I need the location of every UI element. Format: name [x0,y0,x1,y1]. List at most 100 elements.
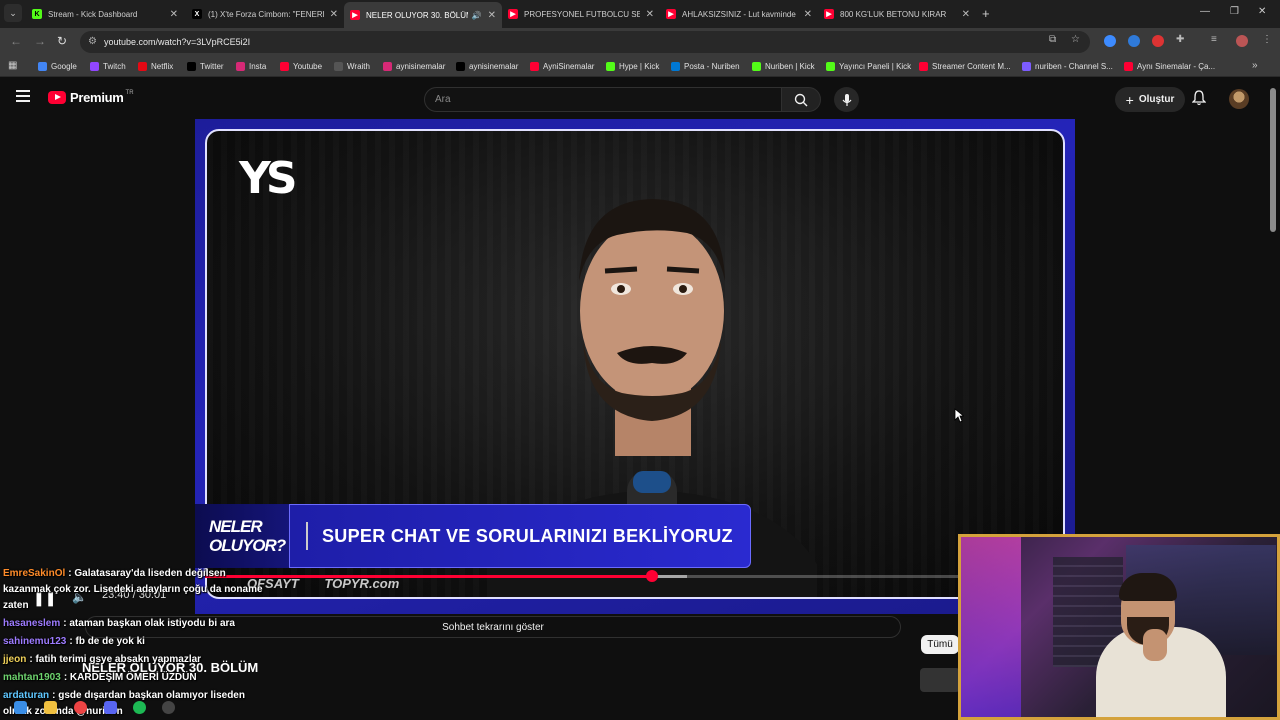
chat-text: KARDEŞİM ÖMERİ ÜZDÜN [69,672,197,683]
bookmark-item[interactable]: Twitter [187,60,224,73]
extension-shield-icon[interactable] [1104,35,1116,47]
menu-hamburger-icon[interactable] [16,90,30,102]
bookmark-item[interactable]: AyniSinemalar [530,60,594,73]
close-icon[interactable]: ✕ [488,10,496,21]
chat-message: mahtan1903: KARDEŞİM ÖMERİ ÜZDÜN [3,670,265,686]
bookmark-label: Hype | Kick [619,62,660,71]
bookmark-item[interactable]: Yayıncı Paneli | Kick [826,60,911,73]
bookmark-label: Posta - Nuriben [684,62,740,71]
chat-username[interactable]: EmreSakinOl [3,568,65,579]
bookmark-item[interactable]: Youtube [280,60,322,73]
close-window-button[interactable]: ✕ [1258,6,1266,17]
tab-label: NELER OLUYOR 30. BÖLÜM [366,10,468,20]
search-button[interactable] [781,87,821,112]
obs-icon[interactable] [162,701,175,714]
extension-icon[interactable] [1128,35,1140,47]
browser-tab[interactable]: X (1) X'te Forza Cimbom: "FENERB ✕ [186,4,344,24]
menu-kebab-icon[interactable]: ⋮ [1262,34,1272,45]
bookmark-item[interactable]: aynisinemalar [383,60,445,73]
notifications-bell-icon[interactable] [1191,90,1207,111]
close-icon[interactable]: ✕ [170,9,178,20]
chat-message: EmreSakinOl: Galatasaray'da liseden deği… [3,566,265,614]
account-avatar[interactable] [1229,89,1249,109]
close-icon[interactable]: ✕ [804,9,812,20]
led-light [961,537,1021,717]
browser-tab[interactable]: ▶ AHLAKSIZSINIZ - Lut kavminde ✕ [660,4,818,24]
extension-icon[interactable] [1152,35,1164,47]
bookmark-label: AyniSinemalar [543,62,595,71]
lower-third-text: SUPER CHAT VE SORULARINIZI BEKLİYORUZ [322,525,733,546]
close-icon[interactable]: ✕ [962,9,970,20]
bookmark-item[interactable]: Nuriben | Kick [752,60,815,73]
create-button[interactable]: + Oluştur [1115,87,1185,112]
chat-message: jjeon: fatih terimi gsye absakn yapmazla… [3,652,265,668]
show-logo-line1: NELER [209,517,263,536]
tab-search-button[interactable]: ⌄ [4,4,22,22]
browser-tab[interactable]: ▶ PROFESYONEL FUTBOLCU SEN ✕ [502,4,660,24]
forward-button[interactable]: → [34,34,46,48]
chrome-icon[interactable] [74,701,87,714]
bookmark-star-icon[interactable]: ☆ [1071,34,1080,45]
minimize-button[interactable]: — [1200,6,1210,17]
bookmark-item[interactable]: Twitch [90,60,126,73]
browser-tab[interactable]: K Stream - Kick Dashboard ✕ [26,4,184,24]
page-scrollbar[interactable] [1270,88,1276,232]
brand-label: Premium [70,90,124,105]
windows-start-icon[interactable] [14,701,27,714]
cast-icon[interactable]: ⧉ [1049,34,1056,45]
extensions-puzzle-icon[interactable]: ✚ [1176,34,1184,45]
bookmark-item[interactable]: Wraith [334,60,370,73]
profile-icon[interactable] [1236,35,1248,47]
bookmark-item[interactable]: Hype | Kick [606,60,659,73]
close-icon[interactable]: ✕ [330,9,338,20]
x-icon [187,62,196,71]
browser-tab[interactable]: ▶ 800 KG'LUK BETONU KIRAR ✕ [818,4,976,24]
chat-username[interactable]: mahtan1903 [3,672,61,683]
reading-list-icon[interactable]: ≡ [1211,34,1217,45]
bookmark-item[interactable]: Netflix [138,60,173,73]
chat-username[interactable]: hasaneslem [3,618,60,629]
bookmark-item[interactable]: Insta [236,60,266,73]
bookmark-label: Wraith [347,62,370,71]
bookmark-item[interactable]: Posta - Nuriben [671,60,740,73]
more-bookmarks-icon[interactable]: » [1252,60,1258,71]
search-input[interactable]: Ara [424,87,782,112]
address-bar[interactable]: ⚙ youtube.com/watch?v=3LVpRCE5i2I [80,31,1090,53]
chat-text: fb de de yok ki [75,636,145,647]
bookmark-item[interactable]: nuriben - Channel S... [1022,60,1113,73]
new-tab-button[interactable]: + [982,6,990,21]
chat-username[interactable]: sahinemu123 [3,636,66,647]
close-icon[interactable]: ✕ [646,9,654,20]
bookmark-item[interactable]: Aynı Sinemalar - Ça... [1124,60,1215,73]
back-button[interactable]: ← [10,34,22,48]
instagram-icon [236,62,245,71]
discord-icon[interactable] [104,701,117,714]
spotify-icon[interactable] [133,701,146,714]
filter-chip-all[interactable]: Tümü [921,635,959,654]
browser-tab-active[interactable]: ▶ NELER OLUYOR 30. BÖLÜM 🔊 ✕ [344,2,502,28]
tab-label: 800 KG'LUK BETONU KIRAR [840,9,947,19]
recommended-thumbnail[interactable] [920,668,960,692]
bookmark-item[interactable]: Streamer Content M... [919,60,1011,73]
speaker-icon[interactable]: 🔊 [472,11,482,20]
apps-grid-icon[interactable]: ▦ [8,60,17,71]
bookmark-label: aynisinemalar [469,62,519,71]
youtube-icon [1124,62,1133,71]
youtube-logo[interactable]: Premium TR [48,90,134,105]
progress-bar[interactable] [205,570,1065,582]
bookmark-label: Netflix [151,62,174,71]
file-explorer-icon[interactable] [44,701,57,714]
plus-icon: + [1125,91,1134,108]
voice-search-button[interactable] [834,87,859,112]
bookmark-item[interactable]: aynisinemalar [456,60,518,73]
bookmark-label: Nuriben | Kick [765,62,815,71]
tab-label: Stream - Kick Dashboard [48,9,138,19]
bookmark-item[interactable]: Google [38,60,77,73]
maximize-button[interactable]: ❐ [1230,6,1239,17]
x-icon [456,62,465,71]
site-info-icon[interactable]: ⚙ [88,36,97,47]
sponsor-topyr: TOPYR.com [324,576,400,591]
create-label: Oluştur [1138,94,1175,105]
chat-username[interactable]: jjeon [3,654,26,665]
reload-button[interactable]: ↻ [57,34,67,48]
